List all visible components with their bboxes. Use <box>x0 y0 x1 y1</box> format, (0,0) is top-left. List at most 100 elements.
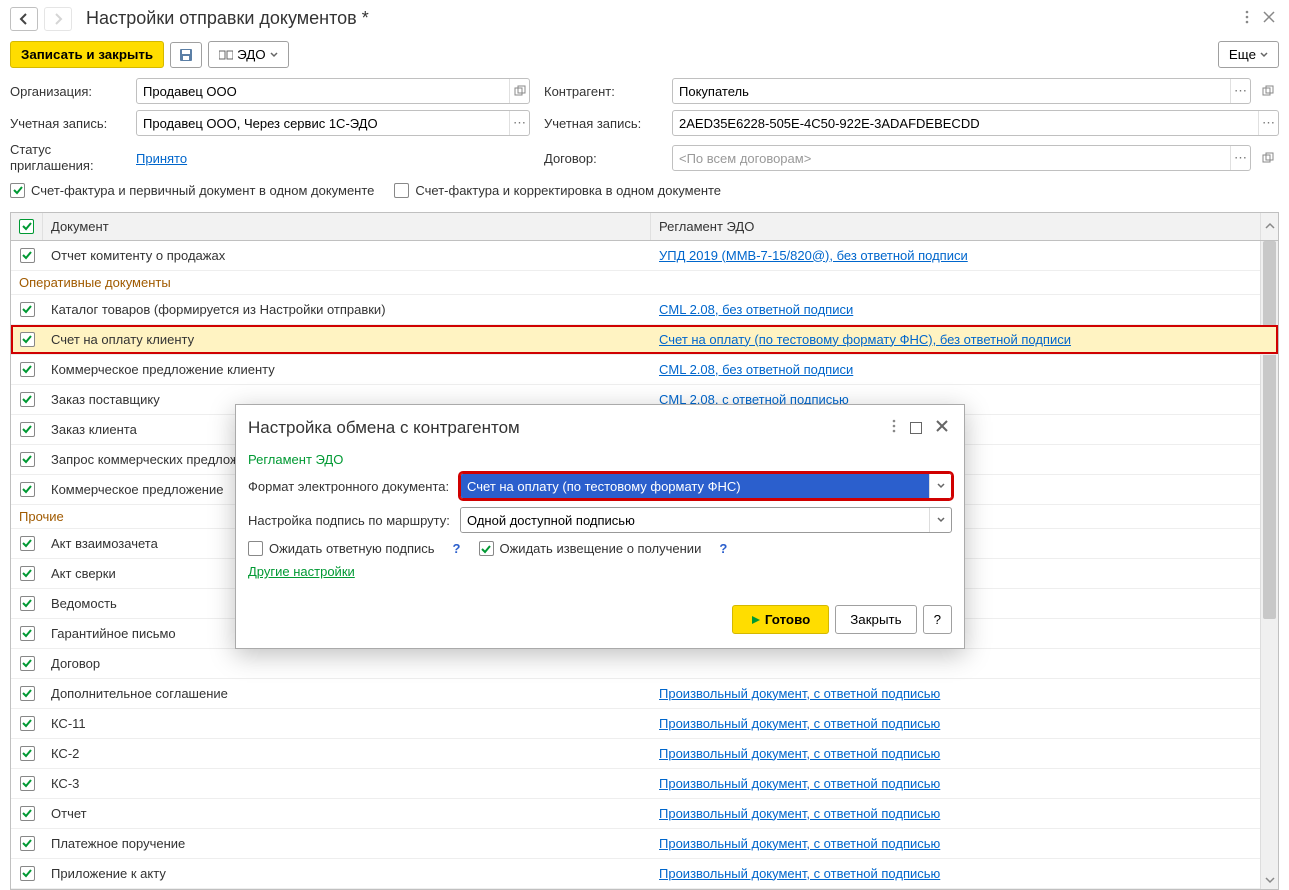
row-regulation[interactable]: CML 2.08, без ответной подписи <box>651 298 1260 321</box>
kebab-icon[interactable] <box>1241 6 1253 31</box>
help-icon[interactable]: ? <box>451 541 463 556</box>
open-link-icon[interactable] <box>1257 145 1279 171</box>
table-row[interactable]: КС-3Произвольный документ, с ответной по… <box>11 769 1278 799</box>
nav-forward-button[interactable] <box>44 7 72 31</box>
ready-button[interactable]: Готово <box>732 605 829 634</box>
row-checkbox[interactable] <box>11 422 43 437</box>
save-and-close-button[interactable]: Записать и закрыть <box>10 41 164 68</box>
row-checkbox[interactable] <box>11 536 43 551</box>
table-row[interactable]: Приложение к актуПроизвольный документ, … <box>11 859 1278 889</box>
ellipsis-icon[interactable]: ⋯ <box>1230 79 1250 103</box>
account-input-wrap[interactable]: ⋯ <box>136 110 530 136</box>
invite-status-label: Статус приглашения: <box>10 142 130 175</box>
invite-status-link[interactable]: Принято <box>136 151 187 166</box>
row-regulation[interactable]: Произвольный документ, с ответной подпис… <box>651 742 1260 765</box>
contract-input-wrap[interactable]: ⋯ <box>672 145 1251 171</box>
route-input[interactable] <box>461 508 929 532</box>
table-row[interactable]: Каталог товаров (формируется из Настройк… <box>11 295 1278 325</box>
wait-sign-checkbox[interactable]: Ожидать ответную подпись <box>248 541 435 556</box>
row-regulation[interactable]: Произвольный документ, с ответной подпис… <box>651 682 1260 705</box>
window-close-icon[interactable] <box>1259 7 1279 30</box>
table-row[interactable]: Платежное поручениеПроизвольный документ… <box>11 829 1278 859</box>
checkbox-icon <box>20 536 35 551</box>
reg-column-header[interactable]: Регламент ЭДО <box>651 213 1260 240</box>
doc-column-header[interactable]: Документ <box>43 213 651 240</box>
row-checkbox[interactable] <box>11 482 43 497</box>
row-regulation[interactable]: Произвольный документ, с ответной подпис… <box>651 772 1260 795</box>
row-checkbox[interactable] <box>11 776 43 791</box>
counterparty-input-wrap[interactable]: ⋯ <box>672 78 1251 104</box>
table-row[interactable]: Дополнительное соглашениеПроизвольный до… <box>11 679 1278 709</box>
row-checkbox[interactable] <box>11 362 43 377</box>
row-regulation[interactable]: Произвольный документ, с ответной подпис… <box>651 802 1260 825</box>
row-checkbox[interactable] <box>11 566 43 581</box>
account2-input[interactable] <box>673 111 1258 135</box>
route-select[interactable] <box>460 507 952 533</box>
close-button[interactable]: Закрыть <box>835 605 916 634</box>
organization-label: Организация: <box>10 84 130 99</box>
checkbox-icon <box>479 541 494 556</box>
row-regulation[interactable]: Произвольный документ, с ответной подпис… <box>651 712 1260 735</box>
row-regulation[interactable]: Счет на оплату (по тестовому формату ФНС… <box>651 328 1260 351</box>
row-checkbox[interactable] <box>11 452 43 467</box>
help-button[interactable]: ? <box>923 605 952 634</box>
open-dialog-icon[interactable] <box>509 79 529 103</box>
contract-input[interactable] <box>673 146 1230 170</box>
row-checkbox[interactable] <box>11 806 43 821</box>
checkbox-icon <box>20 392 35 407</box>
edo-menu-button[interactable]: ЭДО <box>208 41 289 68</box>
row-checkbox[interactable] <box>11 332 43 347</box>
table-row[interactable]: Счет на оплату клиентуСчет на оплату (по… <box>11 325 1278 355</box>
row-checkbox[interactable] <box>11 248 43 263</box>
dialog-kebab-icon[interactable] <box>888 415 900 440</box>
invoice-and-primary-checkbox[interactable]: Счет-фактура и первичный документ в одно… <box>10 183 374 198</box>
row-regulation[interactable]: УПД 2019 (ММВ-7-15/820@), без ответной п… <box>651 244 1260 267</box>
chevron-down-icon[interactable] <box>929 474 951 498</box>
counterparty-input[interactable] <box>673 79 1230 103</box>
table-row[interactable]: Отчет комитенту о продажахУПД 2019 (ММВ-… <box>11 241 1278 271</box>
nav-back-button[interactable] <box>10 7 38 31</box>
wait-notice-checkbox[interactable]: Ожидать извещение о получении <box>479 541 702 556</box>
organization-input[interactable] <box>137 79 509 103</box>
row-regulation[interactable]: Произвольный документ, с ответной подпис… <box>651 862 1260 885</box>
row-checkbox[interactable] <box>11 626 43 641</box>
row-checkbox[interactable] <box>11 866 43 881</box>
scroll-down-button[interactable] <box>1261 871 1278 889</box>
row-checkbox[interactable] <box>11 302 43 317</box>
row-checkbox[interactable] <box>11 392 43 407</box>
checkbox-icon <box>20 686 35 701</box>
account-input[interactable] <box>137 111 509 135</box>
table-row[interactable]: ОтчетПроизвольный документ, с ответной п… <box>11 799 1278 829</box>
row-checkbox[interactable] <box>11 746 43 761</box>
floppy-icon <box>179 48 193 62</box>
organization-input-wrap[interactable] <box>136 78 530 104</box>
row-checkbox[interactable] <box>11 686 43 701</box>
invoice-and-correction-checkbox[interactable]: Счет-фактура и корректировка в одном док… <box>394 183 721 198</box>
account2-input-wrap[interactable]: ⋯ <box>672 110 1279 136</box>
table-row[interactable]: Договор <box>11 649 1278 679</box>
help-icon[interactable]: ? <box>717 541 729 556</box>
table-row[interactable]: Коммерческое предложение клиентуCML 2.08… <box>11 355 1278 385</box>
more-menu-button[interactable]: Еще <box>1218 41 1279 68</box>
row-checkbox[interactable] <box>11 716 43 731</box>
chevron-down-icon[interactable] <box>929 508 951 532</box>
other-settings-link[interactable]: Другие настройки <box>248 564 355 579</box>
row-regulation[interactable]: CML 2.08, без ответной подписи <box>651 358 1260 381</box>
scroll-up-button[interactable] <box>1260 213 1278 240</box>
maximize-icon[interactable] <box>910 422 922 434</box>
ellipsis-icon[interactable]: ⋯ <box>1230 146 1250 170</box>
save-button[interactable] <box>170 42 202 68</box>
row-checkbox[interactable] <box>11 836 43 851</box>
row-regulation[interactable]: Произвольный документ, с ответной подпис… <box>651 832 1260 855</box>
table-row[interactable]: КС-11Произвольный документ, с ответной п… <box>11 709 1278 739</box>
ellipsis-icon[interactable]: ⋯ <box>1258 111 1278 135</box>
row-checkbox[interactable] <box>11 596 43 611</box>
format-select[interactable] <box>460 473 952 499</box>
header-check-column[interactable] <box>11 213 43 240</box>
format-input[interactable] <box>461 474 929 498</box>
open-link-icon[interactable] <box>1257 78 1279 104</box>
ellipsis-icon[interactable]: ⋯ <box>509 111 529 135</box>
table-row[interactable]: КС-2Произвольный документ, с ответной по… <box>11 739 1278 769</box>
row-checkbox[interactable] <box>11 656 43 671</box>
dialog-close-icon[interactable] <box>932 419 952 437</box>
